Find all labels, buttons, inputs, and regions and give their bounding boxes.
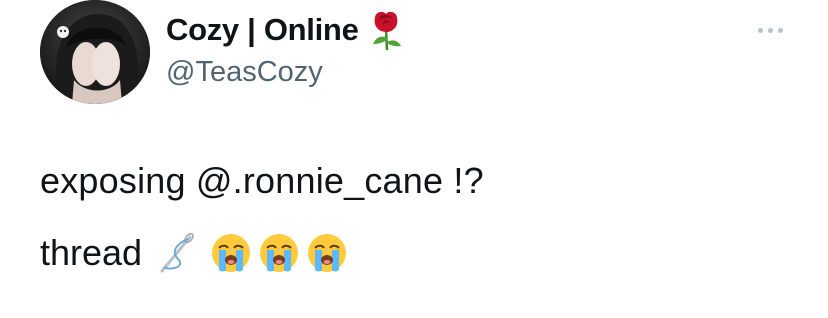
author-display-name[interactable]: Cozy | Online <box>166 10 405 51</box>
more-dot <box>777 27 783 33</box>
loudly-crying-face-icon <box>306 232 348 274</box>
loudly-crying-face-icon <box>258 232 300 274</box>
rose-icon <box>367 10 405 51</box>
more-options-icon[interactable] <box>752 20 788 40</box>
loudly-crying-face-icon <box>210 232 252 274</box>
more-dot <box>767 27 773 33</box>
tweet-text-thread: thread <box>40 232 143 273</box>
more-dot <box>757 27 763 33</box>
display-name-text: Cozy | Online <box>166 12 359 47</box>
needle-thread-icon <box>156 231 198 275</box>
author-handle[interactable]: @TeasCozy <box>166 56 323 89</box>
tweet-text-line-2: thread <box>40 231 348 275</box>
avatar[interactable] <box>40 0 150 104</box>
tweet-text-line-1: exposing @.ronnie_cane !? <box>40 160 484 201</box>
